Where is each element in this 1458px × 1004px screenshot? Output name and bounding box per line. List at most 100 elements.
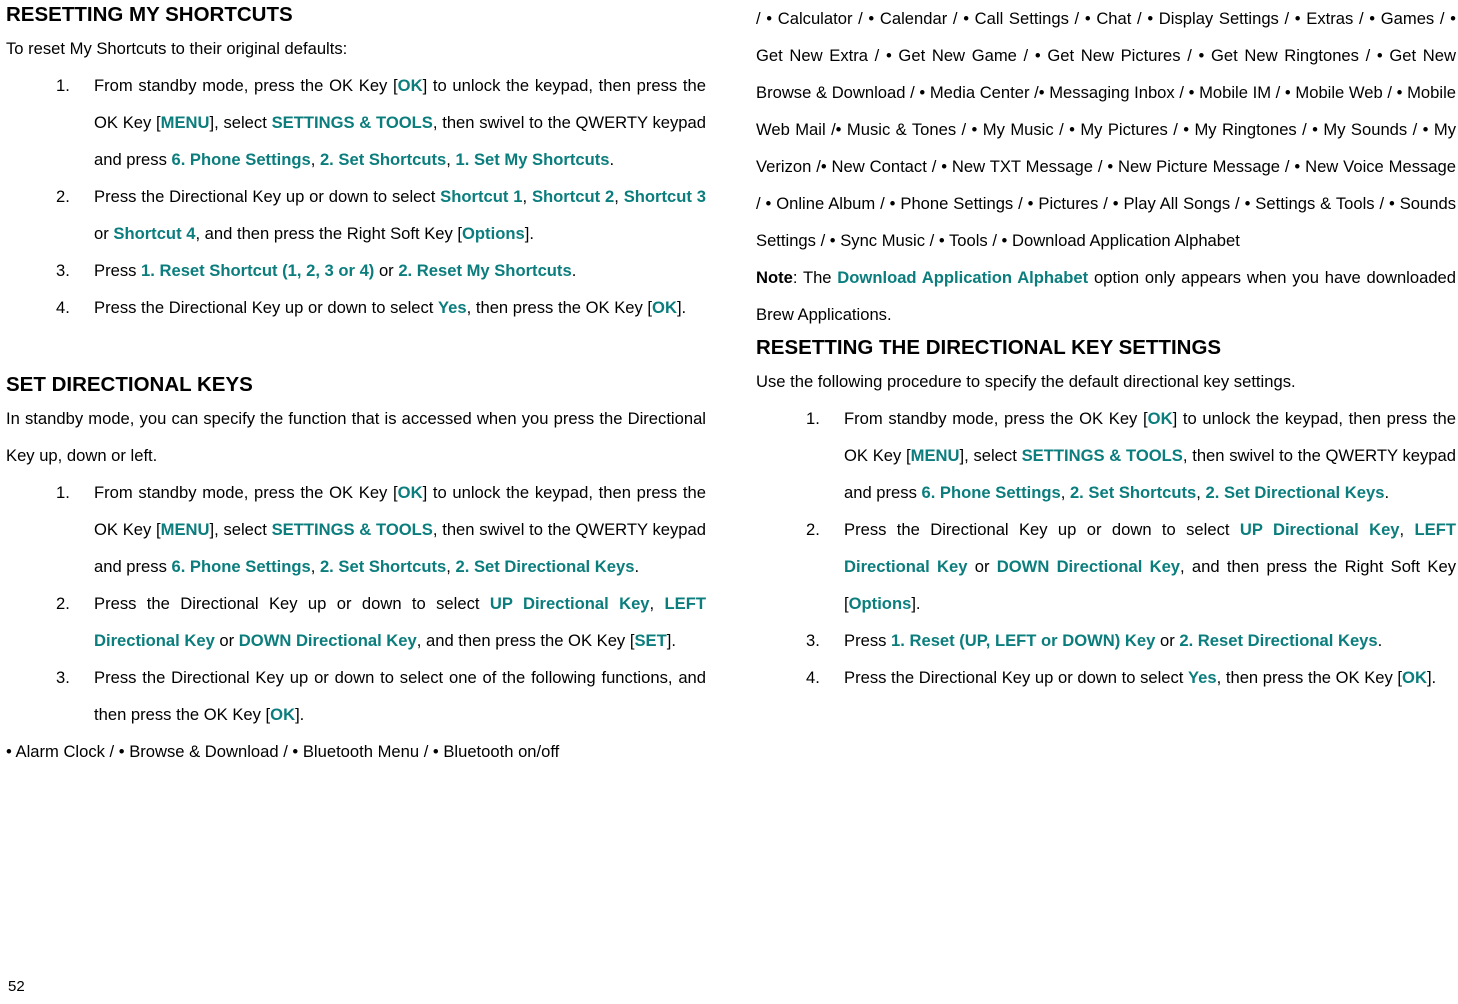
step-text: Press the Directional Key up or down to … — [94, 659, 706, 733]
text-run: , — [1196, 483, 1206, 502]
text-run: or — [967, 557, 997, 576]
text-run: or — [94, 224, 114, 243]
accent-term: OK — [397, 76, 423, 95]
text-run: , — [310, 150, 320, 169]
text-run: ], select — [209, 520, 272, 539]
step-text: Press the Directional Key up or down to … — [94, 178, 706, 252]
accent-term: DOWN Directional Key — [996, 557, 1181, 576]
accent-term: OK — [1147, 409, 1173, 428]
accent-term: Options — [848, 594, 912, 613]
section-heading-resetting-the-directional-key-settings: RESETTING THE DIRECTIONAL KEY SETTINGS — [756, 336, 1222, 359]
accent-term: 6. Phone Settings — [171, 557, 311, 576]
step-number: 3. — [56, 261, 70, 280]
accent-term: 2. Reset My Shortcuts — [398, 261, 572, 280]
step-number: 1. — [56, 483, 70, 502]
text-run: From standby mode, press the OK Key [ — [94, 76, 398, 95]
text-run: , — [522, 187, 532, 206]
left-column: RESETTING MY SHORTCUTS To reset My Short… — [6, 0, 706, 770]
text-run: Press the Directional Key up or down to … — [94, 594, 490, 613]
accent-term: Options — [462, 224, 525, 243]
step-number: 4. — [56, 298, 70, 317]
accent-term: Shortcut 3 — [623, 187, 706, 206]
text-run: , — [614, 187, 624, 206]
accent-term: 2. Set Shortcuts — [319, 150, 447, 169]
accent-term: SETTINGS & TOOLS — [1021, 446, 1183, 465]
text-run: , — [1060, 483, 1070, 502]
text-run: ]. — [666, 631, 676, 650]
accent-term: UP Directional Key — [489, 594, 650, 613]
accent-term: Yes — [1188, 668, 1217, 687]
accent-term: 2. Set Shortcuts — [319, 557, 447, 576]
text-run: . — [609, 150, 615, 169]
step-text: Press the Directional Key up or down to … — [94, 289, 706, 326]
text-run: ]. — [911, 594, 921, 613]
note-download-application-alphabet: Note: The Download Application Alphabet … — [756, 259, 1456, 333]
numbered-step: 4. Press the Directional Key up or down t… — [756, 659, 1456, 696]
step-text: From standby mode, press the OK Key [OK]… — [94, 67, 706, 178]
text-run: or — [374, 261, 399, 280]
step-text: From standby mode, press the OK Key [OK]… — [844, 400, 1456, 511]
note-label: Note — [756, 268, 793, 287]
accent-term: OK — [652, 298, 677, 317]
steps-set-directional-keys: 1. From standby mode, press the OK Key [O… — [6, 474, 706, 733]
text-run: . — [1384, 483, 1390, 502]
text-run: Press the Directional Key up or down to … — [844, 520, 1240, 539]
accent-term: DOWN Directional Key — [238, 631, 417, 650]
step-number: 2. — [56, 187, 70, 206]
text-run: , and then press the Right Soft Key [ — [195, 224, 463, 243]
text-run: , — [1399, 520, 1415, 539]
accent-term: UP Directional Key — [1239, 520, 1400, 539]
page-number: 52 — [8, 978, 25, 995]
section-heading-resetting-my-shortcuts: RESETTING MY SHORTCUTS — [6, 3, 293, 26]
numbered-step: 3. Press the Directional Key up or down t… — [6, 659, 706, 733]
step-text: Press 1. Reset (UP, LEFT or DOWN) Key or… — [844, 622, 1456, 659]
accent-term: 2. Set Shortcuts — [1069, 483, 1197, 502]
text-run: Press the Directional Key up or down to … — [94, 668, 706, 724]
numbered-step: 3. Press 1. Reset Shortcut (1, 2, 3 or 4)… — [6, 252, 706, 289]
accent-term: Shortcut 2 — [531, 187, 615, 206]
text-run: , — [649, 594, 665, 613]
step-number: 4. — [806, 668, 820, 687]
step-number: 3. — [56, 668, 70, 687]
accent-term: SET — [634, 631, 667, 650]
text-run: or — [1155, 631, 1180, 650]
function-list-part-two: / • Calculator / • Calendar / • Call Set… — [756, 9, 1456, 250]
numbered-step: 3. Press 1. Reset (UP, LEFT or DOWN) Key … — [756, 622, 1456, 659]
text-run: . — [571, 261, 577, 280]
accent-term: MENU — [160, 520, 210, 539]
intro-resetting-directional-key-settings: Use the following procedure to specify t… — [756, 372, 1296, 391]
text-run: Press the Directional Key up or down to … — [94, 187, 441, 206]
accent-term: Shortcut 1 — [440, 187, 523, 206]
numbered-step: 4. Press the Directional Key up or down t… — [6, 289, 706, 326]
intro-set-directional-keys: In standby mode, you can specify the fun… — [6, 409, 706, 465]
text-run: ]. — [295, 705, 305, 724]
accent-term: 1. Reset Shortcut (1, 2, 3 or 4) — [141, 261, 375, 280]
accent-term: MENU — [160, 113, 210, 132]
accent-term: MENU — [910, 446, 960, 465]
text-run: , — [446, 557, 456, 576]
intro-resetting-my-shortcuts: To reset My Shortcuts to their original … — [6, 39, 348, 58]
manual-page: RESETTING MY SHORTCUTS To reset My Short… — [0, 0, 1458, 1004]
step-text: Press the Directional Key up or down to … — [844, 659, 1456, 696]
step-number: 1. — [806, 409, 820, 428]
text-run: , and then press the OK Key [ — [416, 631, 635, 650]
numbered-step: 1. From standby mode, press the OK Key [O… — [6, 474, 706, 585]
step-text: From standby mode, press the OK Key [OK]… — [94, 474, 706, 585]
accent-term: 2. Reset Directional Keys — [1179, 631, 1378, 650]
right-column: / • Calculator / • Calendar / • Call Set… — [756, 0, 1456, 696]
text-run: Press — [844, 631, 892, 650]
accent-term: Yes — [438, 298, 467, 317]
accent-term: Download Application Alphabet — [837, 268, 1089, 287]
accent-term: 6. Phone Settings — [921, 483, 1061, 502]
text-run: , — [310, 557, 320, 576]
text-run: . — [1377, 631, 1383, 650]
accent-term: OK — [1402, 668, 1427, 687]
accent-term: OK — [270, 705, 296, 724]
accent-term: SETTINGS & TOOLS — [271, 113, 433, 132]
step-number: 1. — [56, 76, 70, 95]
steps-resetting-directional-key-settings: 1. From standby mode, press the OK Key [O… — [756, 400, 1456, 696]
function-list-part-one: • Alarm Clock / • Browse & Download / • … — [6, 742, 560, 761]
text-run: ], select — [959, 446, 1022, 465]
step-text: Press the Directional Key up or down to … — [94, 585, 706, 659]
text-run: : The — [792, 268, 838, 287]
